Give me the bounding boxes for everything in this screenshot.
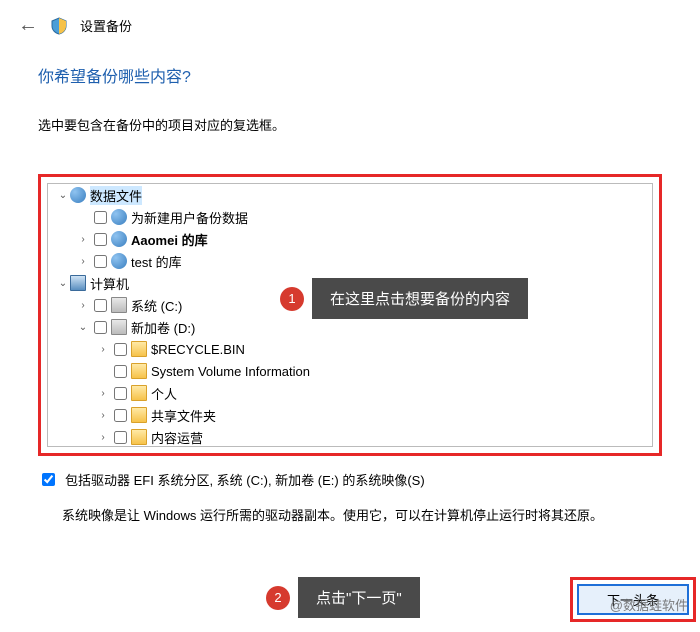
annotation-callout-2: 2 点击"下一页" bbox=[266, 577, 420, 618]
callout-number-1: 1 bbox=[280, 287, 304, 311]
tree-node-shared[interactable]: › 共享文件夹 bbox=[48, 404, 652, 426]
checkbox[interactable] bbox=[94, 299, 107, 312]
tree-node-personal[interactable]: › 个人 bbox=[48, 382, 652, 404]
folder-icon bbox=[131, 385, 147, 401]
shield-icon bbox=[50, 17, 68, 35]
tree-node-new-user[interactable]: 为新建用户备份数据 bbox=[48, 206, 652, 228]
checkbox[interactable] bbox=[94, 321, 107, 334]
system-image-checkbox-row[interactable]: 包括驱动器 EFI 系统分区, 系统 (C:), 新加卷 (E:) 的系统映像(… bbox=[38, 470, 662, 489]
next-button[interactable]: 下一头条 bbox=[577, 584, 689, 615]
chevron-right-icon[interactable]: › bbox=[76, 256, 90, 267]
tree-node-recycle[interactable]: › $RECYCLE.BIN bbox=[48, 338, 652, 360]
tree-node-test[interactable]: › test 的库 bbox=[48, 250, 652, 272]
node-label: 系统 (C:) bbox=[131, 296, 182, 315]
node-label: 内容运营 bbox=[151, 428, 203, 447]
folder-icon bbox=[131, 363, 147, 379]
folder-icon bbox=[131, 341, 147, 357]
callout-text-1: 在这里点击想要备份的内容 bbox=[312, 278, 528, 319]
chevron-right-icon[interactable]: › bbox=[76, 234, 90, 245]
people-icon bbox=[111, 253, 127, 269]
node-label: 共享文件夹 bbox=[151, 406, 216, 425]
system-image-label: 包括驱动器 EFI 系统分区, 系统 (C:), 新加卷 (E:) 的系统映像(… bbox=[65, 470, 425, 489]
tree-node-cutoff[interactable]: › 内容运营 bbox=[48, 426, 652, 447]
tree-node-aaomei[interactable]: › Aaomei 的库 bbox=[48, 228, 652, 250]
dialog-header: ← 设置备份 bbox=[0, 0, 700, 47]
back-arrow-icon[interactable]: ← bbox=[18, 14, 38, 37]
node-label: System Volume Information bbox=[151, 364, 310, 379]
next-button-highlight: 下一头条 bbox=[570, 577, 696, 622]
system-image-checkbox[interactable] bbox=[42, 473, 55, 486]
checkbox[interactable] bbox=[114, 365, 127, 378]
checkbox[interactable] bbox=[114, 409, 127, 422]
callout-number-2: 2 bbox=[266, 586, 290, 610]
node-label: $RECYCLE.BIN bbox=[151, 342, 245, 357]
dialog-footer: 下一头条 取消 bbox=[570, 577, 700, 622]
folder-icon bbox=[131, 429, 147, 445]
node-label: test 的库 bbox=[131, 252, 182, 271]
people-icon bbox=[111, 231, 127, 247]
node-label: 数据文件 bbox=[90, 186, 142, 205]
node-label: 新加卷 (D:) bbox=[131, 318, 195, 337]
node-label: 计算机 bbox=[90, 274, 129, 293]
drive-icon bbox=[111, 319, 127, 335]
window-title: 设置备份 bbox=[80, 16, 132, 35]
chevron-right-icon[interactable]: › bbox=[76, 300, 90, 311]
annotation-callout-1: 1 在这里点击想要备份的内容 bbox=[280, 278, 528, 319]
system-image-description: 系统映像是让 Windows 运行所需的驱动器副本。使用它，可以在计算机停止运行… bbox=[62, 505, 662, 524]
chevron-right-icon[interactable]: › bbox=[96, 388, 110, 399]
checkbox[interactable] bbox=[114, 431, 127, 444]
node-label: 为新建用户备份数据 bbox=[131, 208, 248, 227]
drive-icon bbox=[111, 297, 127, 313]
node-label: 个人 bbox=[151, 384, 177, 403]
chevron-down-icon[interactable]: ⌄ bbox=[56, 278, 70, 289]
page-question: 你希望备份哪些内容? bbox=[38, 63, 662, 87]
tree-node-svi[interactable]: System Volume Information bbox=[48, 360, 652, 382]
chevron-down-icon[interactable]: ⌄ bbox=[76, 322, 90, 333]
computer-icon bbox=[70, 275, 86, 291]
chevron-right-icon[interactable]: › bbox=[96, 344, 110, 355]
checkbox[interactable] bbox=[94, 233, 107, 246]
checkbox[interactable] bbox=[114, 387, 127, 400]
chevron-down-icon[interactable]: ⌄ bbox=[56, 190, 70, 201]
chevron-right-icon[interactable]: › bbox=[96, 410, 110, 421]
callout-text-2: 点击"下一页" bbox=[298, 577, 420, 618]
checkbox[interactable] bbox=[114, 343, 127, 356]
checkbox[interactable] bbox=[94, 255, 107, 268]
checkbox[interactable] bbox=[94, 211, 107, 224]
folder-icon bbox=[131, 407, 147, 423]
people-icon bbox=[111, 209, 127, 225]
instruction-text: 选中要包含在备份中的项目对应的复选框。 bbox=[38, 115, 662, 134]
people-icon bbox=[70, 187, 86, 203]
chevron-right-icon[interactable]: › bbox=[96, 432, 110, 443]
node-label: Aaomei 的库 bbox=[131, 230, 208, 249]
tree-node-new-d[interactable]: ⌄ 新加卷 (D:) bbox=[48, 316, 652, 338]
tree-node-data-files[interactable]: ⌄ 数据文件 bbox=[48, 184, 652, 206]
